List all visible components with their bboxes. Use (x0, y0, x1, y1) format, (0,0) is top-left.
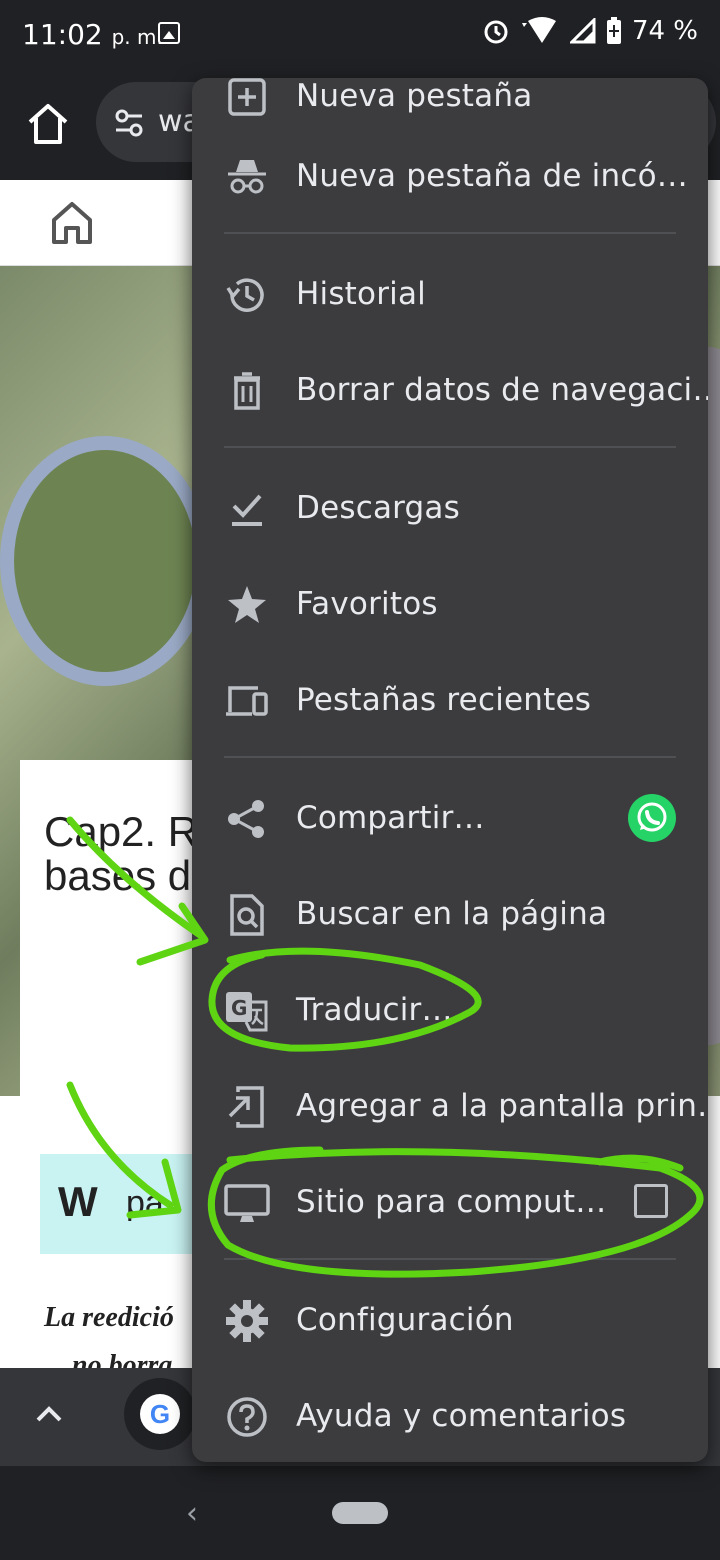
menu-item-help[interactable]: Ayuda y comentarios (192, 1368, 708, 1462)
menu-item-settings[interactable]: Configuración (192, 1272, 708, 1368)
alarm-icon (484, 20, 508, 44)
overflow-menu: Nueva pestaña Nueva pestaña de incó… His… (192, 78, 708, 1462)
status-bar: 11:02 p. m. 74 % (0, 0, 720, 68)
menu-item-clear-data[interactable]: Borrar datos de navegaci… (192, 342, 708, 438)
menu-item-translate[interactable]: G Traducir… (192, 962, 708, 1058)
menu-item-label: Historial (296, 276, 426, 312)
menu-item-label: Ayuda y comentarios (296, 1398, 627, 1434)
home-button[interactable] (20, 96, 76, 152)
menu-item-label: Descargas (296, 490, 460, 526)
article-text: no borra (72, 1350, 173, 1368)
translate-icon: G (226, 992, 268, 1032)
home-gesture-pill[interactable] (332, 1502, 388, 1524)
menu-item-desktop-site[interactable]: Sitio para comput… (192, 1154, 708, 1250)
menu-divider (224, 232, 676, 234)
menu-item-label: Favoritos (296, 586, 438, 622)
article-text: La reedició (44, 1302, 174, 1333)
find-in-page-icon (230, 894, 264, 936)
menu-item-label: Traducir… (296, 992, 453, 1028)
whatsapp-share-button[interactable] (628, 794, 676, 842)
share-icon (228, 800, 264, 838)
menu-item-label: Configuración (296, 1302, 514, 1338)
menu-item-label: Nueva pestaña de incó… (296, 158, 688, 194)
google-button[interactable]: G (124, 1378, 196, 1450)
menu-item-label: Sitio para comput… (296, 1184, 607, 1220)
download-icon (232, 494, 262, 526)
settings-icon (226, 1300, 268, 1342)
desktop-site-checkbox[interactable] (634, 1184, 668, 1218)
wifi-icon (521, 17, 556, 43)
menu-item-label: Buscar en la página (296, 896, 608, 932)
menu-divider (224, 1258, 676, 1260)
menu-item-label: Nueva pestaña (296, 78, 533, 114)
menu-item-bookmarks[interactable]: Favoritos (192, 556, 708, 652)
system-nav-bar: ‹ (0, 1466, 720, 1560)
svg-text:G: G (231, 996, 247, 1020)
status-icons: 74 % (482, 16, 698, 46)
devices-icon (226, 686, 268, 716)
star-icon (228, 586, 266, 623)
ampm-text: p. m. (111, 25, 163, 49)
add-to-home-icon (228, 1086, 264, 1128)
site-home-icon[interactable] (50, 200, 94, 246)
new-tab-icon (228, 78, 266, 116)
trash-icon (234, 372, 260, 410)
image-notification-icon (158, 22, 180, 44)
menu-divider (224, 756, 676, 758)
google-icon: G (140, 1394, 180, 1434)
time-text: 11:02 (22, 18, 103, 51)
desktop-icon (224, 1184, 270, 1222)
help-icon (227, 1397, 267, 1437)
menu-item-label: Borrar datos de navegaci… (296, 372, 708, 408)
signal-icon (569, 18, 596, 44)
menu-item-recent-tabs[interactable]: Pestañas recientes (192, 652, 708, 748)
menu-item-label: Compartir… (296, 800, 485, 836)
menu-item-label: Agregar a la pantalla prin… (296, 1088, 708, 1124)
wattpad-logo: W (58, 1178, 98, 1225)
menu-item-add-to-home[interactable]: Agregar a la pantalla prin… (192, 1058, 708, 1154)
menu-item-downloads[interactable]: Descargas (192, 460, 708, 556)
menu-item-share[interactable]: Compartir… (192, 770, 708, 866)
chevron-up-icon[interactable] (32, 1398, 66, 1432)
wattpad-label: pa (126, 1184, 164, 1222)
page-info-icon[interactable] (112, 106, 146, 140)
battery-percent: 74 % (631, 16, 698, 46)
menu-item-incognito[interactable]: Nueva pestaña de incó… (192, 128, 708, 224)
status-time: 11:02 p. m. (22, 18, 163, 51)
menu-item-find-in-page[interactable]: Buscar en la página (192, 866, 708, 962)
menu-divider (224, 446, 676, 448)
history-icon (226, 278, 264, 312)
whatsapp-icon (637, 802, 667, 832)
back-icon[interactable]: ‹ (186, 1496, 198, 1531)
home-icon (28, 104, 68, 144)
battery-icon (606, 17, 621, 44)
hero-shape (0, 436, 210, 686)
incognito-icon (228, 160, 266, 194)
menu-item-history[interactable]: Historial (192, 246, 708, 342)
menu-item-label: Pestañas recientes (296, 682, 592, 718)
